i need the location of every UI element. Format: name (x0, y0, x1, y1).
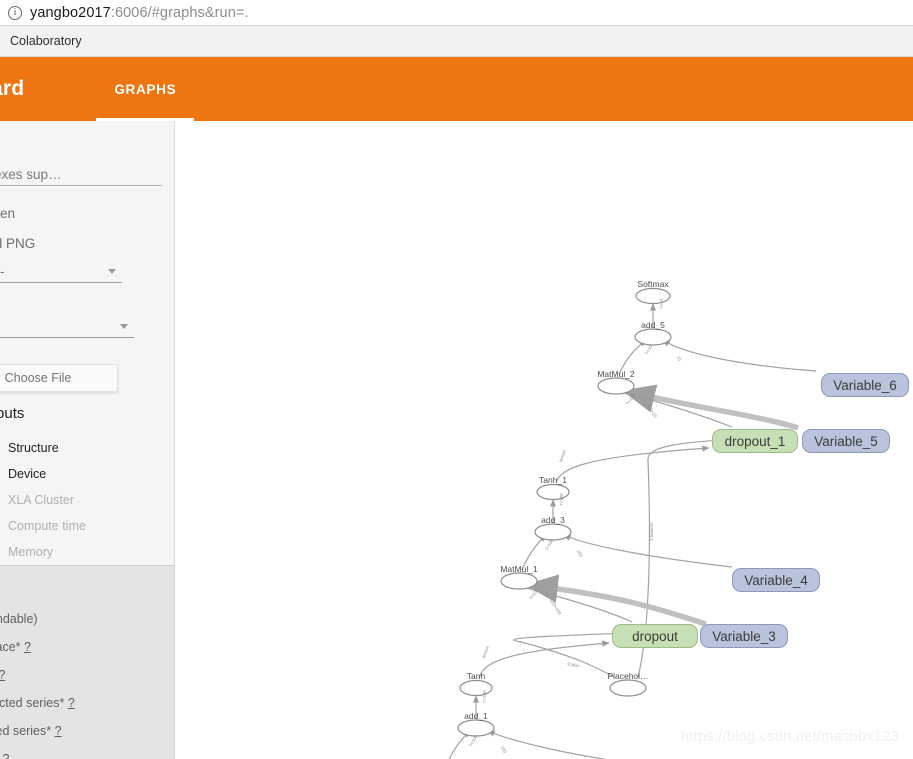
graph-node-variable-6[interactable]: Variable_6 (821, 373, 909, 397)
legend-line-namespace: amespace* ? (0, 640, 31, 654)
legend-line-1: = expandable) (0, 612, 38, 626)
op-node-tanh-1[interactable]: Tanh_1 (539, 475, 567, 485)
color-option-structure[interactable]: Structure (8, 441, 59, 455)
color-option-compute-time[interactable]: Compute time (8, 519, 86, 533)
legend-unconnected-series-label: nconnected series* (0, 696, 65, 710)
color-option-memory[interactable]: Memory (8, 545, 53, 559)
browser-url-bar[interactable]: i yangbo2017 :6006/#graphs&run=. (0, 0, 913, 26)
legend-line-connected-series: onnected series* ? (0, 724, 62, 738)
color-option-xla-cluster[interactable]: XLA Cluster (8, 493, 74, 507)
tensorboard-tabs: GRAPHS (96, 57, 195, 121)
chevron-down-icon (120, 324, 128, 329)
color-option-device[interactable]: Device (8, 467, 46, 481)
info-circle-icon[interactable]: i (8, 5, 22, 20)
op-node-softmax[interactable]: Softmax (637, 279, 668, 289)
edge-label-tensor-count: 3 tensors (649, 522, 654, 541)
op-node-add-5[interactable]: add_5 (641, 320, 665, 330)
edge-label: ?×100 (482, 690, 487, 703)
search-input[interactable]: des. Regexes sup… (0, 167, 162, 186)
op-node-add-3[interactable]: add_3 (541, 515, 565, 525)
graph-node-variable-4[interactable]: Variable_4 (732, 568, 820, 592)
op-node-tanh[interactable]: Tanh (467, 671, 485, 681)
graph-canvas[interactable]: Softmax add_5 MatMul_2 Tanh_1 add_3 MatM… (176, 121, 913, 759)
browser-tab-colaboratory[interactable]: Colaboratory (10, 34, 82, 48)
op-node-add-1[interactable]: add_1 (464, 711, 488, 721)
url-path: :6006/#graphs&run=. (110, 4, 249, 21)
browser-tab-strip: Colaboratory (0, 26, 913, 57)
legend-line-opnode: oNode ? (0, 668, 5, 682)
edge-label: ?×10 (659, 298, 664, 309)
download-png-button[interactable]: ownload PNG (0, 236, 35, 251)
tensorboard-header: oard GRAPHS (0, 57, 913, 121)
edge-label: ?×100 (559, 493, 564, 506)
graph-node-dropout[interactable]: dropout (612, 624, 698, 648)
fit-to-screen-button[interactable]: t to screen (0, 206, 15, 221)
url-host: yangbo2017 (30, 4, 111, 21)
help-icon[interactable]: ? (0, 668, 5, 682)
legend-namespace-label: amespace* (0, 640, 21, 654)
choose-file-button[interactable]: Choose File (0, 364, 118, 392)
legend-line-unconnected-series: nconnected series* ? (0, 696, 75, 710)
app-root: i yangbo2017 :6006/#graphs&run=. Colabor… (0, 0, 913, 759)
help-icon[interactable]: ? (3, 752, 10, 759)
help-icon[interactable]: ? (55, 724, 62, 738)
help-icon[interactable]: ? (68, 696, 75, 710)
legend-line-constant: onstant ? (0, 752, 10, 759)
sidebar: des. Regexes sup… t to screen ownload PN… (0, 121, 175, 759)
graph-node-dropout-1[interactable]: dropout_1 (712, 429, 798, 453)
run-select-value: - (0, 264, 5, 279)
help-icon[interactable]: ? (24, 640, 31, 654)
graph-legend-panel: end. = expandable) amespace* ? oNode ? n… (0, 565, 174, 759)
tab-graphs[interactable]: GRAPHS (96, 57, 195, 121)
tag-select[interactable] (0, 319, 134, 338)
op-node-matmul-2[interactable]: MatMul_2 (597, 369, 634, 379)
legend-connected-series-label: onnected series* (0, 724, 52, 738)
graph-node-variable-5[interactable]: Variable_5 (802, 429, 890, 453)
trace-inputs-heading: ace inputs (0, 405, 25, 422)
op-node-placeholder-keepprob[interactable]: Placehol… (607, 671, 648, 681)
chevron-down-icon (108, 269, 116, 274)
graph-node-variable-3[interactable]: Variable_3 (700, 624, 788, 648)
op-node-matmul-1[interactable]: MatMul_1 (500, 564, 537, 574)
tensorboard-brand: oard (0, 77, 25, 100)
tab-graphs-label: GRAPHS (114, 81, 177, 97)
run-select[interactable]: - (0, 264, 122, 283)
